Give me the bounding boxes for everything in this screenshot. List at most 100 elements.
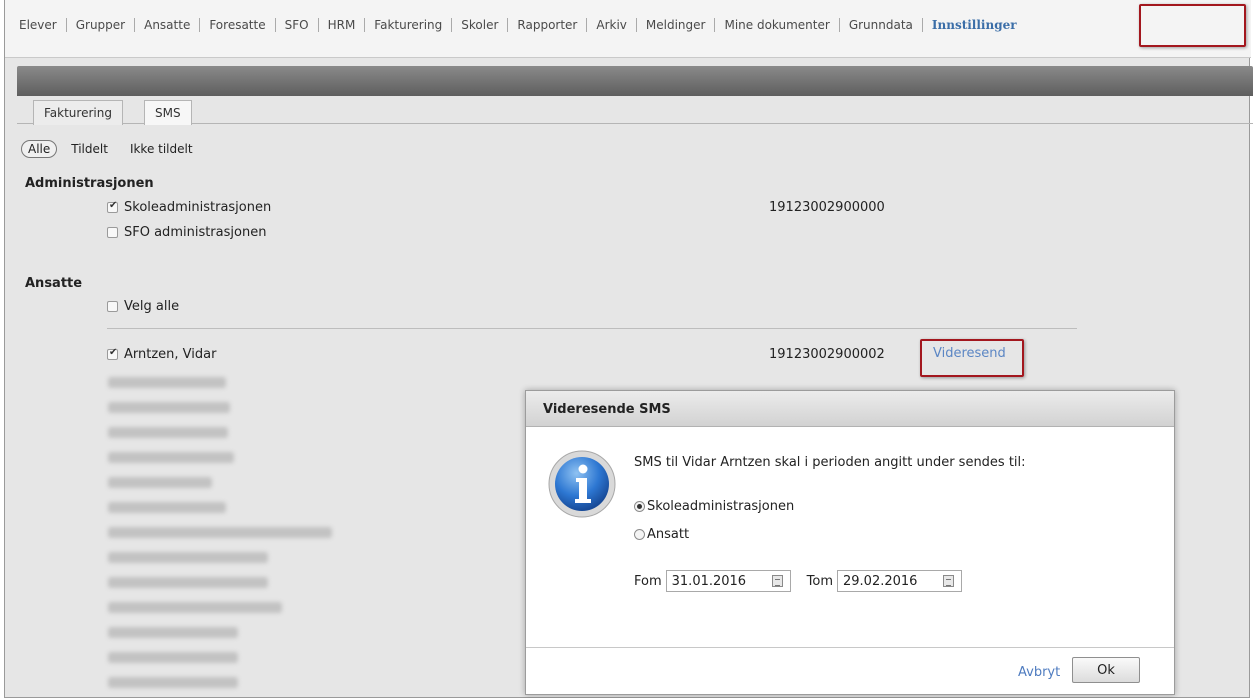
nav-label: SFO — [284, 18, 309, 32]
annotation-highlight-box — [920, 339, 1024, 377]
filter-all-button[interactable]: Alle — [21, 140, 58, 158]
nav-label: Foresatte — [209, 18, 266, 32]
blurred-row — [108, 527, 332, 538]
employee-number: 19123002900002 — [769, 347, 885, 362]
nav-separator — [134, 18, 136, 32]
item-label: SFO administrasjonen — [124, 225, 267, 240]
nav-separator — [714, 18, 716, 32]
filter-bar: Alle Tildelt Ikke tildelt — [21, 140, 215, 158]
calendar-icon[interactable] — [771, 575, 783, 587]
calendar-icon[interactable] — [943, 575, 954, 587]
dialog-footer: Avbryt Ok — [526, 647, 1174, 695]
tab-label: Fakturering — [44, 106, 112, 120]
blurred-row — [108, 652, 238, 663]
dialog-message: SMS til Vidar Arntzen skal i perioden an… — [634, 455, 1026, 470]
from-date-field[interactable]: 31.01.2016 — [665, 570, 791, 592]
checkbox[interactable] — [107, 200, 118, 213]
forward-sms-dialog: Videresende SMS SMS til Vidar Arntzen sk… — [525, 390, 1175, 695]
blurred-row — [108, 627, 238, 638]
nav-item-fakturering[interactable]: Fakturering — [374, 18, 461, 32]
nav-label: Arkiv — [596, 18, 627, 32]
nav-item-ansatte[interactable]: Ansatte — [144, 18, 209, 32]
select-all-row[interactable]: Velg alle — [107, 299, 179, 314]
blurred-row — [108, 402, 230, 413]
nav-label: Rapporter — [517, 18, 578, 32]
nav-separator — [364, 18, 366, 32]
nav-label: Meldinger — [645, 18, 706, 32]
ok-button[interactable]: Ok — [1072, 657, 1140, 683]
nav-separator — [838, 18, 840, 32]
nav-separator — [274, 18, 276, 32]
nav-item-arkiv[interactable]: Arkiv — [596, 18, 646, 32]
date-range: Fom 31.01.2016 Tom 29.02.2016 — [634, 570, 978, 592]
nav-label: Innstillinger — [931, 18, 1017, 32]
nav-item-grupper[interactable]: Grupper — [76, 18, 144, 32]
nav-label: Mine dokumenter — [724, 18, 830, 32]
divider — [107, 328, 1077, 329]
blurred-row — [108, 377, 226, 388]
admin-item-skoleadministrasjonen[interactable]: Skoleadministrasjonen — [107, 200, 271, 215]
radio-button[interactable] — [634, 529, 645, 540]
nav-item-elever[interactable]: Elever — [19, 18, 76, 32]
option-skoleadministrasjonen[interactable]: Skoleadministrasjonen — [634, 499, 794, 514]
employees-section-title: Ansatte — [25, 276, 83, 291]
from-date-value: 31.01.2016 — [671, 574, 747, 589]
blurred-row — [108, 677, 238, 688]
admin-item-number: 19123002900000 — [769, 200, 885, 215]
nav-list: Elever Grupper Ansatte Foresatte SFO HRM… — [19, 18, 1017, 32]
nav-item-grunndata[interactable]: Grunndata — [849, 18, 932, 32]
app-frame: Elever Grupper Ansatte Foresatte SFO HRM… — [4, 0, 1253, 698]
employee-row[interactable]: Arntzen, Vidar — [107, 347, 216, 362]
to-date-field[interactable]: 29.02.2016 — [837, 570, 962, 592]
from-label: Fom — [634, 573, 662, 589]
checkbox[interactable] — [107, 227, 118, 238]
admin-item-sfo-administrasjonen[interactable]: SFO administrasjonen — [107, 225, 266, 240]
nav-item-meldinger[interactable]: Meldinger — [646, 18, 725, 32]
tab-label: SMS — [155, 106, 181, 120]
employee-name: Arntzen, Vidar — [124, 347, 217, 362]
blurred-row — [108, 452, 234, 463]
nav-item-hrm[interactable]: HRM — [328, 18, 375, 32]
nav-item-sfo[interactable]: SFO — [285, 18, 328, 32]
radio-button[interactable] — [634, 501, 645, 512]
nav-separator — [65, 18, 67, 32]
dialog-title: Videresende SMS — [526, 391, 1174, 427]
nav-label: Grunndata — [848, 18, 913, 32]
tab-bar: Fakturering SMS — [17, 98, 1253, 125]
nav-label: HRM — [327, 18, 356, 32]
blurred-row — [108, 602, 282, 613]
select-all-label: Velg alle — [124, 299, 180, 314]
nav-item-innstillinger[interactable]: Innstillinger — [932, 18, 1017, 32]
option-label: Ansatt — [647, 527, 690, 542]
checkbox[interactable] — [107, 347, 118, 360]
option-label: Skoleadministrasjonen — [647, 499, 795, 514]
nav-item-mine-dokumenter[interactable]: Mine dokumenter — [724, 18, 848, 32]
nav-label: Fakturering — [374, 18, 443, 32]
option-ansatt[interactable]: Ansatt — [634, 527, 689, 542]
nav-label: Ansatte — [144, 18, 191, 32]
nav-item-skoler[interactable]: Skoler — [461, 18, 517, 32]
nav-item-foresatte[interactable]: Foresatte — [209, 18, 284, 32]
nav-item-rapporter[interactable]: Rapporter — [517, 18, 596, 32]
info-icon — [548, 450, 616, 518]
blurred-row — [108, 427, 228, 438]
blurred-row — [108, 552, 268, 563]
nav-separator — [586, 18, 588, 32]
filter-assigned-button[interactable]: Tildelt — [71, 142, 108, 156]
blurred-row — [108, 502, 226, 513]
nav-separator — [921, 18, 923, 32]
tab-fakturering[interactable]: Fakturering — [33, 100, 123, 125]
nav-separator — [507, 18, 509, 32]
filter-unassigned-button[interactable]: Ikke tildelt — [130, 142, 193, 156]
annotation-highlight-box — [1139, 4, 1246, 47]
nav-label: Grupper — [75, 18, 126, 32]
tab-sms[interactable]: SMS — [144, 100, 192, 125]
nav-label: Elever — [19, 18, 57, 32]
cancel-button[interactable]: Avbryt — [1018, 665, 1060, 680]
nav-separator — [451, 18, 453, 32]
header-bar — [17, 66, 1253, 96]
select-all-checkbox[interactable] — [107, 301, 118, 312]
nav-label: Skoler — [461, 18, 499, 32]
to-label: Tom — [806, 573, 833, 589]
nav-separator — [199, 18, 201, 32]
